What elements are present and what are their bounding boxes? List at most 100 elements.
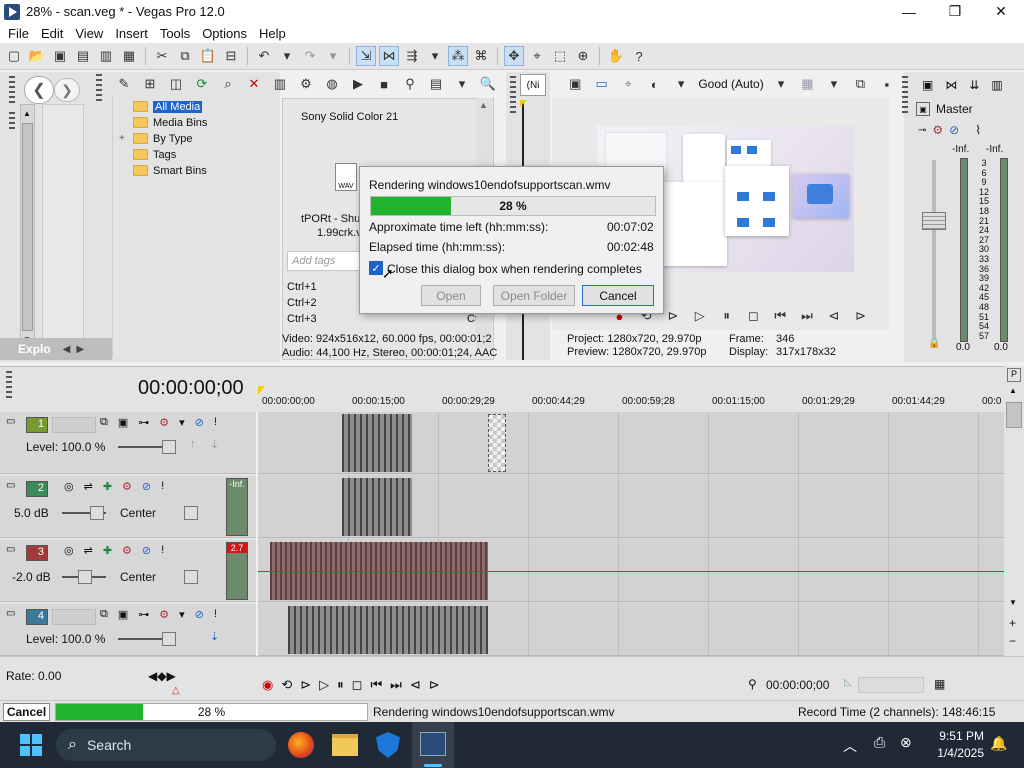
- volume-icon[interactable]: ⊗: [900, 734, 912, 751]
- compositing-mode-icon[interactable]: ▣: [118, 416, 128, 429]
- timeline-timecode[interactable]: 00:00:00;00: [138, 377, 244, 400]
- record-icon[interactable]: ◉: [262, 677, 273, 693]
- panel-grip[interactable]: [9, 76, 15, 106]
- track-arrow-down-icon[interactable]: ⇣: [210, 438, 219, 451]
- views-icon[interactable]: ▤: [426, 74, 446, 94]
- properties-icon[interactable]: ▦: [119, 46, 139, 66]
- redo-icon[interactable]: ↷: [300, 46, 320, 66]
- trimmer-mode-button[interactable]: (Ni: [520, 74, 546, 96]
- lock-envelopes-icon[interactable]: ⁂: [448, 46, 468, 66]
- invert-phase-icon[interactable]: ⇌: [84, 544, 93, 557]
- track-collapse-icon[interactable]: ▭: [6, 416, 15, 427]
- wav-file-icon[interactable]: WAV: [335, 163, 357, 191]
- prev-frame-icon[interactable]: ⊲: [410, 677, 421, 693]
- preview-properties-icon[interactable]: ▣: [566, 74, 584, 94]
- snapping-icon[interactable]: ⇲: [356, 46, 376, 66]
- motion-icon[interactable]: ⊶: [138, 608, 149, 621]
- views-dropdown-icon[interactable]: ▾: [452, 74, 472, 94]
- play-icon[interactable]: ▷: [319, 677, 329, 693]
- track-collapse-icon[interactable]: ▭: [6, 480, 15, 491]
- marker-flag-icon[interactable]: P: [1007, 368, 1021, 382]
- panel-grip[interactable]: [9, 112, 15, 132]
- ignore-grouping-icon[interactable]: ⌘: [471, 46, 491, 66]
- online-help-icon[interactable]: ✋: [606, 46, 626, 66]
- pause-icon[interactable]: ⏸: [337, 677, 344, 693]
- dim-output-icon[interactable]: ⇊: [969, 78, 979, 92]
- level-slider-thumb[interactable]: [162, 632, 176, 646]
- master-automation-icon[interactable]: ⌇: [975, 123, 981, 137]
- save-snapshot-icon[interactable]: ▪: [878, 74, 896, 94]
- tree-item-all-media[interactable]: All Media: [133, 99, 203, 114]
- dialog-cancel-button[interactable]: Cancel: [582, 285, 654, 306]
- quality-dropdown-icon[interactable]: ▾: [772, 74, 790, 94]
- compositing-mode-icon[interactable]: ▣: [118, 608, 128, 621]
- open-button[interactable]: Open: [421, 285, 481, 306]
- stop-preview-icon[interactable]: ■: [374, 74, 394, 94]
- play-preview-icon[interactable]: ▶: [348, 74, 368, 94]
- explorer-tab[interactable]: Explo: [18, 342, 51, 356]
- save-icon[interactable]: ▣: [50, 46, 70, 66]
- remove-icon[interactable]: ✕: [244, 74, 264, 94]
- stop-icon[interactable]: ◻: [352, 677, 363, 693]
- vscroll-thumb[interactable]: [1006, 402, 1022, 428]
- view-icon[interactable]: ◍: [322, 74, 342, 94]
- tree-item-by-type[interactable]: + By Type: [119, 131, 193, 146]
- copy-icon[interactable]: ⧉: [175, 46, 195, 66]
- automation-icon[interactable]: ✚: [103, 480, 112, 493]
- capture-icon[interactable]: ◫: [166, 74, 186, 94]
- overlays-icon[interactable]: ▦: [798, 74, 816, 94]
- mute-icon[interactable]: ⊘: [195, 608, 204, 621]
- pan-slider-thumb[interactable]: [184, 570, 198, 584]
- play-from-start-icon[interactable]: ⊳: [664, 306, 683, 326]
- scroll-up-icon[interactable]: ▲: [23, 109, 31, 118]
- stop-icon[interactable]: ◻: [744, 306, 763, 326]
- volume-envelope[interactable]: [258, 571, 1004, 572]
- whats-this-icon[interactable]: ?: [629, 46, 649, 66]
- level-slider-thumb[interactable]: [162, 440, 176, 454]
- back-icon[interactable]: ❮: [24, 76, 54, 104]
- undo-dropdown-icon[interactable]: ▾: [277, 46, 297, 66]
- forward-icon[interactable]: ❯: [54, 78, 80, 102]
- prev-frame-icon[interactable]: ⊲: [824, 306, 843, 326]
- scroll-up-icon[interactable]: ▲: [479, 100, 488, 110]
- panel-grip[interactable]: [510, 76, 516, 116]
- go-to-end-icon[interactable]: ⏭: [798, 306, 817, 326]
- notification-icon[interactable]: 🔔: [990, 735, 1007, 752]
- selection-length-field[interactable]: [858, 677, 924, 693]
- file-explorer-icon[interactable]: [332, 734, 358, 756]
- explorer-folder-list[interactable]: [42, 104, 84, 339]
- track-header-3[interactable]: ▭ 3 ◎ ⇌ ✚ ⚙ ⊘ ! -2.0 dB Center 2.7: [0, 540, 256, 602]
- track-fx-icon[interactable]: ⚙: [159, 608, 169, 621]
- master-fx-icon[interactable]: ⚙: [932, 123, 943, 137]
- motion-icon[interactable]: ⊶: [138, 416, 149, 429]
- defender-icon[interactable]: [376, 732, 400, 758]
- mute-icon[interactable]: ⊘: [142, 544, 151, 557]
- envelope-tool-icon[interactable]: ⌖: [527, 46, 547, 66]
- split-dropdown-icon[interactable]: ▾: [672, 74, 690, 94]
- master-solo-icon[interactable]: ⊘: [949, 123, 959, 137]
- tree-item-media-bins[interactable]: Media Bins: [133, 115, 207, 130]
- explorer-scrollbar[interactable]: ▲ ▼: [20, 104, 35, 354]
- menu-options[interactable]: Options: [196, 26, 253, 41]
- taskbar-search[interactable]: ⌕ Search: [56, 729, 276, 761]
- explorer-split-grip[interactable]: [96, 74, 102, 334]
- media-properties-icon[interactable]: ▥: [270, 74, 290, 94]
- paste-icon[interactable]: 📋: [198, 46, 218, 66]
- undo-icon[interactable]: ↶: [254, 46, 274, 66]
- minimize-button[interactable]: —: [886, 0, 932, 23]
- refresh-icon[interactable]: ⟳: [192, 74, 212, 94]
- solo-icon[interactable]: !: [161, 480, 164, 493]
- record-arm-icon[interactable]: ◎: [64, 544, 74, 557]
- open-folder-button[interactable]: Open Folder: [493, 285, 575, 306]
- pause-icon[interactable]: ⏸: [717, 306, 736, 326]
- track-header-1[interactable]: ▭ 1 ⧉ ▣ ⊶ ⚙ ▾ ⊘ ! Level: 100.0 % ↑ ⇣: [0, 412, 256, 474]
- solo-icon[interactable]: !: [214, 608, 217, 621]
- menu-help[interactable]: Help: [253, 26, 292, 41]
- meter-icon[interactable]: ▥: [991, 78, 1002, 92]
- new-project-icon[interactable]: ▢: [4, 46, 24, 66]
- automation-icon[interactable]: ✚: [103, 544, 112, 557]
- menu-tools[interactable]: Tools: [154, 26, 196, 41]
- volume-slider-thumb[interactable]: [78, 570, 92, 584]
- master-fader[interactable]: [922, 212, 946, 230]
- track-name-field[interactable]: [52, 417, 96, 433]
